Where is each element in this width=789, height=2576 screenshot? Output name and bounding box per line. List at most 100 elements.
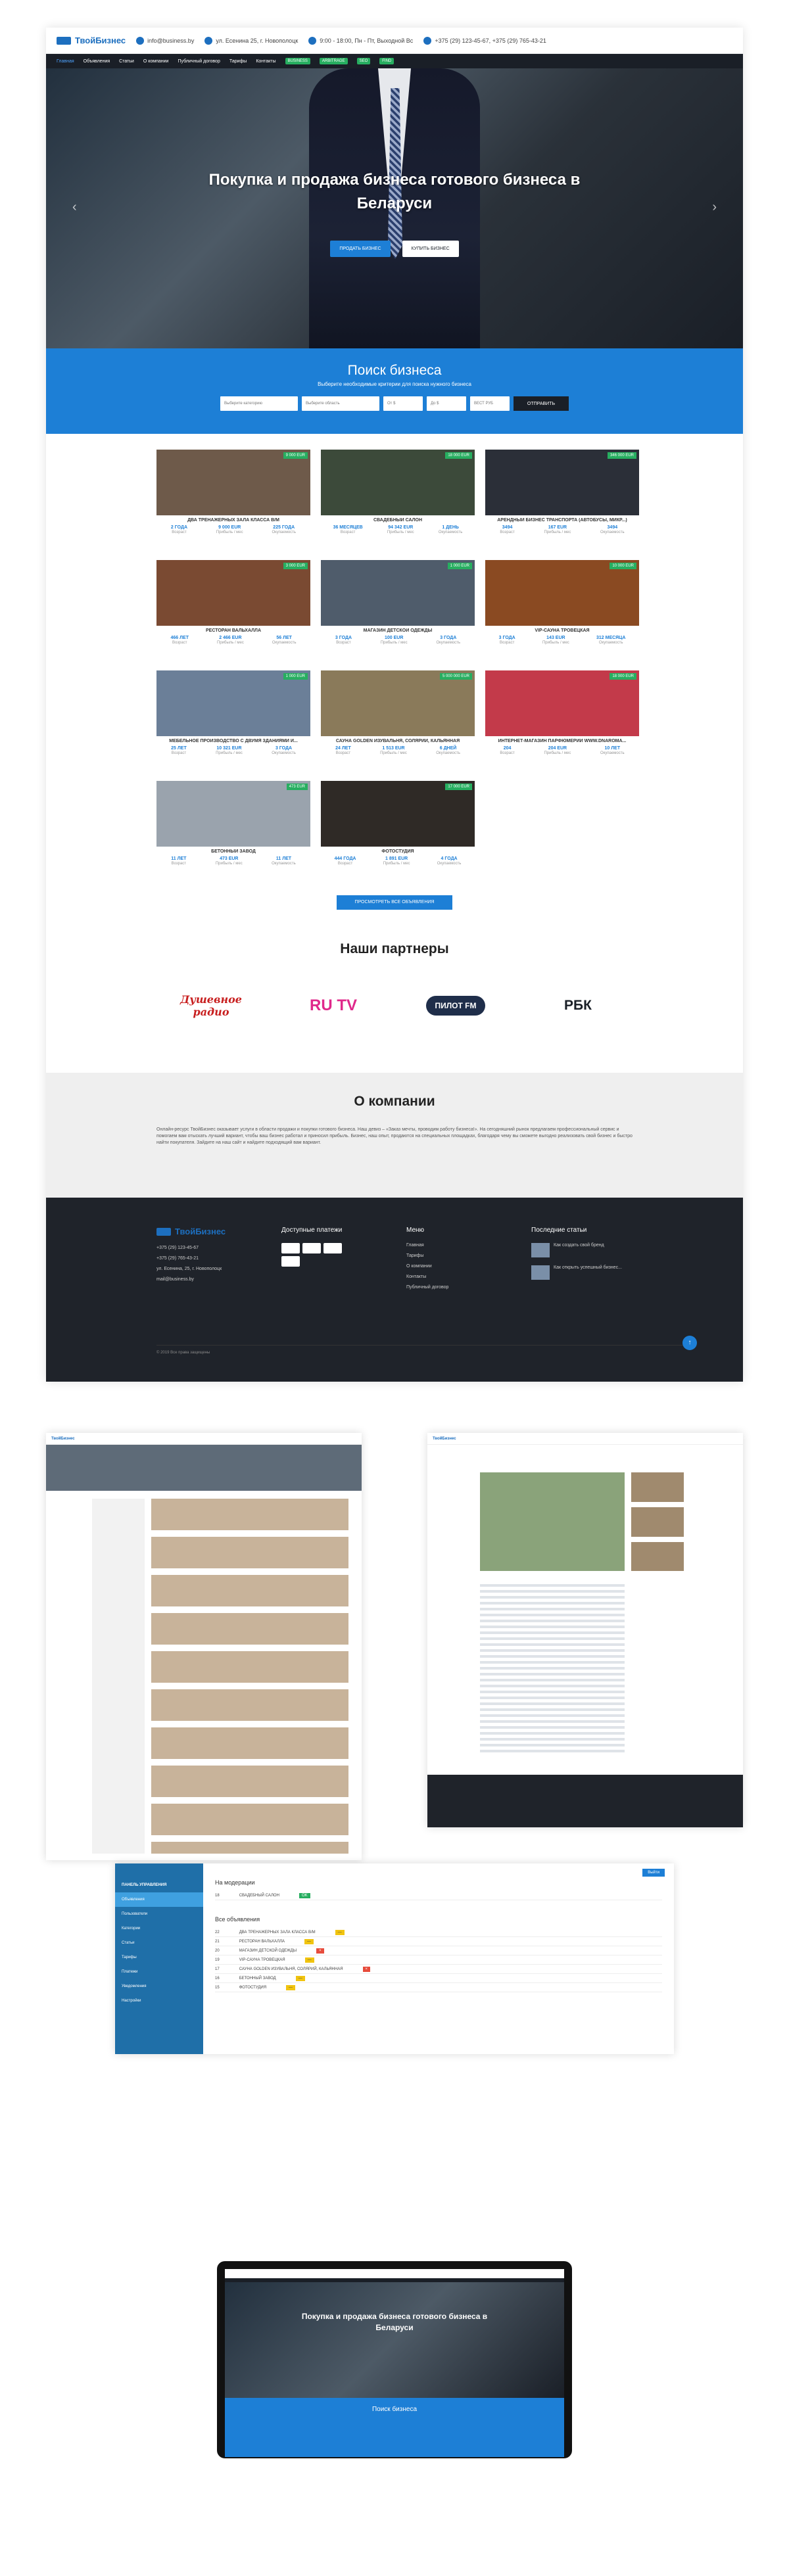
nav-tag[interactable]: FIND: [379, 58, 394, 64]
article-item[interactable]: Как открыть успешный бизнес...: [531, 1265, 663, 1280]
admin-menu-item[interactable]: Тарифы: [115, 1950, 203, 1965]
pin-icon: [204, 36, 213, 45]
table-row[interactable]: 18 СВАДЕБНЫЙ САЛОН OK: [215, 1891, 662, 1900]
listing-title: VIP-САУНА ТРОВЕЦКАЯ: [535, 628, 590, 633]
region-select[interactable]: Выберите область: [302, 396, 379, 411]
buy-business-button[interactable]: КУПИТЬ БИЗНЕС: [402, 241, 459, 257]
nav-item-home[interactable]: Главная: [57, 59, 74, 64]
logout-button[interactable]: Выйти: [642, 1869, 665, 1877]
about-text: Онлайн-ресурс ТвойБизнес оказывает услуг…: [156, 1127, 633, 1145]
listing-card[interactable]: 18 000 EUR СВАДЕБНЫЙ САЛОН 36 МЕСЯЦЕВ Возра…: [321, 450, 475, 551]
listing-profit: 94 342 EUR Прибыль / мес: [387, 525, 414, 534]
footer-link[interactable]: Тарифы: [406, 1253, 531, 1258]
nav-tag[interactable]: BUSINESS: [285, 58, 310, 64]
admin-menu-item[interactable]: Платежи: [115, 1965, 203, 1979]
slider-next-icon[interactable]: ›: [712, 200, 717, 215]
table-row[interactable]: 21 РЕСТОРАН ВАЛЬХАЛЛА —: [215, 1937, 662, 1946]
admin-menu-item[interactable]: Уведомления: [115, 1979, 203, 1994]
listing-card[interactable]: 346 000 EUR АРЕНДНЫЙ БИЗНЕС ТРАНСПОРТА (А…: [485, 450, 639, 551]
admin-menu-item[interactable]: Статьи: [115, 1936, 203, 1950]
listing-price: 3 000 EUR: [283, 563, 308, 569]
footer-phone[interactable]: +375 (29) 123-45-67: [156, 1246, 281, 1250]
listing-card[interactable]: 5 000 000 EUR САУНА GOLDEN ИЗУВАЛЬНЯ, СОЛ…: [321, 670, 475, 772]
listing-card[interactable]: 9 000 EUR ДВА ТРЕНАЖЕРНЫХ ЗАЛА КЛАССА B/M…: [156, 450, 310, 551]
article-thumbnail: [531, 1265, 550, 1280]
listing-title: МЕБЕЛЬНОЕ ПРОИЗВОДСТВО С ДВУМЯ ЗДАНИЯМИ …: [169, 739, 298, 743]
header-phones[interactable]: +375 (29) 123-45-67, +375 (29) 765-43-21: [423, 36, 546, 45]
article-item[interactable]: Как создать свой бренд: [531, 1243, 663, 1257]
imac-body: Покупка и продажа бизнеса готового бизне…: [217, 2261, 572, 2458]
nav-item-contract[interactable]: Публичный договор: [178, 59, 220, 64]
nav-item-articles[interactable]: Статьи: [119, 59, 134, 64]
listing-payback: 225 ГОДА Окупаемость: [272, 525, 297, 534]
listing-profit: 167 EUR Прибыль / мес: [544, 525, 571, 534]
main-nav: Главная Объявления Статьи О компании Пуб…: [46, 54, 743, 68]
partners-section: Наши партнеры Душевное радио RU TV ПИЛОТ…: [46, 941, 743, 1020]
category-select[interactable]: Выберите категорию: [220, 396, 298, 411]
nav-tag[interactable]: ARBITRAGE: [319, 58, 348, 64]
listing-price: 10 000 EUR: [610, 563, 636, 569]
footer-link[interactable]: Главная: [406, 1243, 531, 1248]
nav-item-contacts[interactable]: Контакты: [256, 59, 275, 64]
logo-icon: [156, 1227, 171, 1236]
table-row[interactable]: 20 МАГАЗИН ДЕТСКОЙ ОДЕЖДЫ ×: [215, 1946, 662, 1955]
nav-item-tariffs[interactable]: Тарифы: [229, 59, 247, 64]
admin-menu-item[interactable]: Пользователи: [115, 1907, 203, 1921]
admin-menu-item[interactable]: Настройки: [115, 1994, 203, 2008]
partner-logo[interactable]: ПИЛОТ FM: [426, 996, 485, 1016]
table-row[interactable]: 16 БЕТОННЫЙ ЗАВОД —: [215, 1974, 662, 1983]
table-row[interactable]: 19 VIP-САУНА ТРОВЕЦКАЯ —: [215, 1955, 662, 1965]
scroll-top-icon[interactable]: ↑: [682, 1336, 697, 1350]
listing-card[interactable]: 473 EUR БЕТОННЫЙ ЗАВОД 11 ЛЕТ Возраст 473 EU…: [156, 781, 310, 882]
header-hours: 9:00 - 18:00, Пн - Пт, Выходной Вс: [308, 36, 413, 45]
view-all-listings-button[interactable]: ПРОСМОТРЕТЬ ВСЕ ОБЪЯВЛЕНИЯ: [337, 895, 452, 910]
admin-mockup: ПАНЕЛЬ УПРАВЛЕНИЯ Объявления Пользовател…: [115, 1863, 674, 2054]
partner-logo[interactable]: Душевное радио: [180, 991, 242, 1020]
listing-card[interactable]: 1 000 EUR МЕБЕЛЬНОЕ ПРОИЗВОДСТВО С ДВУМЯ …: [156, 670, 310, 772]
listing-card[interactable]: 3 000 EUR РЕСТОРАН ВАЛЬХАЛЛА 466 ЛЕТ Возрас…: [156, 560, 310, 661]
header-email[interactable]: info@business.by: [136, 36, 194, 45]
price-from-input[interactable]: От $: [383, 396, 423, 411]
listing-payback: 56 ЛЕТ Окупаемость: [272, 636, 297, 645]
table-row[interactable]: 17 САУНА GOLDEN ИЗУВАЛЬНЯ, СОЛЯРИЙ, КАЛЬЯ…: [215, 1965, 662, 1974]
search-submit-button[interactable]: ОТПРАВИТЬ: [514, 396, 569, 411]
listing-card[interactable]: 18 000 EUR ИНТЕРНЕТ-МАГАЗИН ПАРФЮМЕРИИ WW…: [485, 670, 639, 772]
logo[interactable]: ТвойБизнес: [57, 35, 126, 45]
footer-link[interactable]: Публичный договор: [406, 1285, 531, 1290]
footer-link[interactable]: О компании: [406, 1264, 531, 1269]
listing-profit: 204 EUR Прибыль / мес: [544, 746, 571, 755]
table-row[interactable]: 22 ДВА ТРЕНАЖЕРНЫХ ЗАЛА КЛАССА B/M —: [215, 1928, 662, 1937]
partner-logo[interactable]: РБК: [548, 991, 608, 1020]
header-topbar: ТвойБизнес info@business.by ул. Есенина …: [46, 28, 743, 54]
slider-prev-icon[interactable]: ‹: [72, 200, 77, 215]
listing-profit: 1 513 EUR Прибыль / мес: [380, 746, 407, 755]
copyright: © 2019 Все права защищены: [156, 1345, 684, 1355]
nav-item-about[interactable]: О компании: [143, 59, 169, 64]
listing-detail-mockup: ТвойБизнес: [427, 1433, 743, 1827]
visa-icon: [281, 1243, 300, 1253]
currency-select[interactable]: ВЕСТ РУБ: [470, 396, 510, 411]
listing-profit: 2 466 EUR Прибыль / мес: [217, 636, 244, 645]
listing-profit: 100 EUR Прибыль / мес: [380, 636, 408, 645]
nav-tag[interactable]: SEO: [356, 58, 371, 64]
admin-menu-item[interactable]: Категории: [115, 1921, 203, 1936]
listing-image: 1 000 EUR: [156, 670, 310, 736]
footer-email[interactable]: mail@business.by: [156, 1277, 281, 1282]
listing-image: 1 000 EUR: [321, 560, 475, 626]
listing-card[interactable]: 10 000 EUR VIP-САУНА ТРОВЕЦКАЯ 3 ГОДА Возра…: [485, 560, 639, 661]
mockup-description: [480, 1584, 625, 1755]
listing-card[interactable]: 17 000 EUR ФОТОСТУДИЯ 444 ГОДА Возраст 1 891…: [321, 781, 475, 882]
payments-title: Доступные платежи: [281, 1227, 343, 1234]
listing-card[interactable]: 1 000 EUR МАГАЗИН ДЕТСКОЙ ОДЕЖДЫ 3 ГОДА Воз…: [321, 560, 475, 661]
sell-business-button[interactable]: ПРОДАТЬ БИЗНЕС: [330, 241, 391, 257]
footer-logo[interactable]: ТвойБизнес: [156, 1227, 281, 1236]
partner-logo[interactable]: RU TV: [304, 991, 363, 1020]
price-to-input[interactable]: До $: [427, 396, 466, 411]
footer-phone[interactable]: +375 (29) 765-43-21: [156, 1256, 281, 1261]
footer-link[interactable]: Контакты: [406, 1275, 531, 1279]
listing-age: 3 ГОДА Возраст: [498, 636, 515, 645]
table-row[interactable]: 15 ФОТОСТУДИЯ —: [215, 1983, 662, 1992]
admin-menu-item[interactable]: Объявления: [115, 1892, 203, 1907]
nav-item-listings[interactable]: Объявления: [84, 59, 110, 64]
listing-payback: 11 ЛЕТ Окупаемость: [272, 856, 296, 866]
